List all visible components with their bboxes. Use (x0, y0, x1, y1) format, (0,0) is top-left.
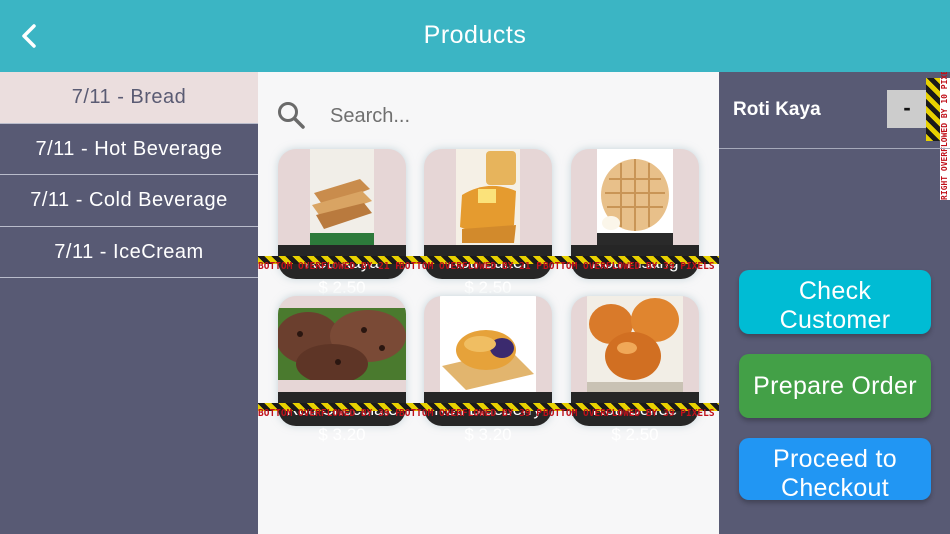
overflow-warning-label-box: RIGHT OVERFLOWED BY 10 PIXELS (940, 72, 950, 200)
page-title: Products (423, 21, 527, 49)
overflow-warning-label: BOTTOM OVERFLOWED BY 39 PIXELS (543, 408, 715, 419)
button-label: Prepare Order (753, 372, 917, 400)
button-label-line: Customer (779, 306, 891, 334)
overflow-warning-label: BOTTOM OVERFLOWED BY 21 PIXELS (258, 261, 399, 272)
product-area: Roti Kaya $ 2.50 Roti Butter $ 2.50 (258, 72, 719, 534)
product-image (310, 149, 374, 245)
product-image (456, 149, 520, 245)
category-sidebar: 7/11 - Bread 7/11 - Hot Beverage 7/11 - … (0, 72, 258, 534)
product-image (597, 149, 673, 245)
product-price: $ 2.50 (611, 425, 659, 444)
app-root: Products 7/11 - Bread 7/11 - Hot Beverag… (0, 0, 950, 534)
category-item-hot-beverage[interactable]: 7/11 - Hot Beverage (0, 124, 258, 175)
category-item-icecream[interactable]: 7/11 - IceCream (0, 227, 258, 278)
button-label-line: Checkout (780, 474, 889, 500)
panel-divider (719, 148, 950, 149)
overflow-warning-label: BOTTOM OVERFLOWED BY 39 PIXELS (258, 408, 399, 419)
decrease-quantity-button[interactable]: - (887, 90, 927, 128)
product-price: $ 3.20 (464, 425, 512, 444)
overflow-warning-label: BOTTOM OVERFLOWED BY 21 PIXELS (399, 261, 543, 272)
proceed-to-checkout-button[interactable]: Proceed to Checkout (739, 438, 931, 500)
overflow-warning-label: RIGHT OVERFLOWED BY 10 PIXELS (940, 72, 949, 200)
product-price: $ 3.20 (318, 425, 366, 444)
button-label-line: Proceed to (773, 445, 897, 473)
search-icon[interactable] (276, 100, 306, 130)
order-item-name: Roti Kaya (733, 99, 821, 120)
category-item-cold-beverage[interactable]: 7/11 - Cold Beverage (0, 175, 258, 227)
button-label-line: Check (798, 277, 872, 305)
overflow-warning-label: BOTTOM OVERFLOWED BY 39 PIXELS (543, 261, 715, 272)
app-bar: Products (0, 0, 950, 72)
product-image (440, 296, 536, 392)
product-image (587, 296, 683, 392)
order-panel: Roti Kaya - RIGHT OVERFLOWED BY 10 PIXEL… (719, 72, 950, 534)
check-customer-button[interactable]: Check Customer (739, 270, 931, 334)
search-input[interactable] (330, 100, 690, 132)
search-bar (276, 96, 696, 136)
category-item-bread[interactable]: 7/11 - Bread (0, 72, 258, 124)
overflow-warning-strip (926, 78, 940, 141)
prepare-order-button[interactable]: Prepare Order (739, 354, 931, 418)
overflow-warning-label: BOTTOM OVERFLOWED BY 39 PIXELS (399, 408, 543, 419)
product-image (278, 308, 406, 380)
